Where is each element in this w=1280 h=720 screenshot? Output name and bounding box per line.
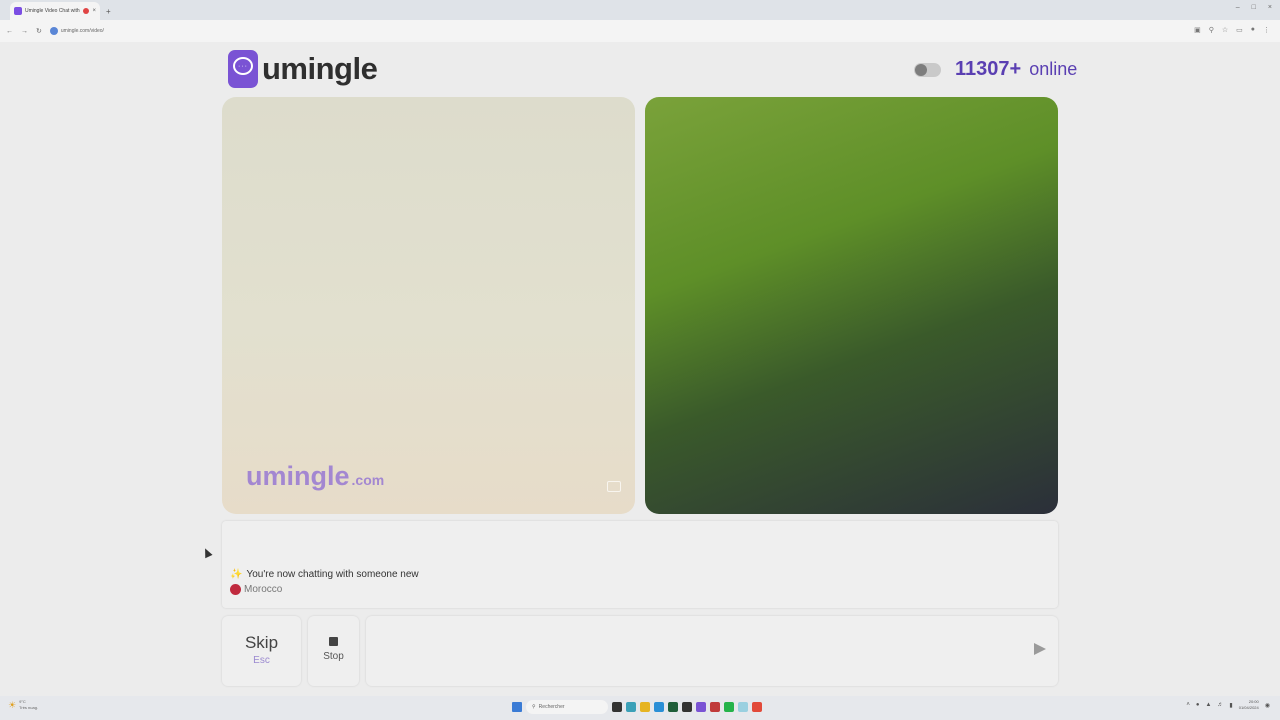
video-watermark: umingle .com <box>246 461 384 492</box>
self-video <box>645 97 1058 514</box>
favicon-icon <box>14 7 22 15</box>
close-window-button[interactable]: × <box>1268 4 1272 11</box>
message-input[interactable] <box>376 636 1016 666</box>
watermark-domain: .com <box>351 472 385 488</box>
app-icon[interactable] <box>626 702 636 712</box>
skip-label: Skip <box>244 633 279 652</box>
taskbar-search-text: Rechercher <box>538 704 565 710</box>
url-text[interactable]: umingle.com/video/ <box>61 28 104 34</box>
stop-icon <box>329 637 338 646</box>
window-controls: – □ × <box>1236 4 1272 11</box>
maximize-button[interactable]: □ <box>1252 4 1256 11</box>
chrome-icon[interactable] <box>752 702 762 712</box>
audio-playing-icon[interactable] <box>83 8 90 14</box>
page: ··· umingle 11307+ online umingle .com ✨… <box>0 42 1280 696</box>
logo[interactable]: ··· umingle <box>228 50 378 88</box>
app-icon[interactable] <box>710 702 720 712</box>
address-bar[interactable]: umingle.com/video/ <box>49 27 110 35</box>
online-counter: 11307+ online <box>955 58 1077 81</box>
translate-icon[interactable]: ▣ <box>1194 26 1201 34</box>
stranger-country: Morocco <box>230 584 282 595</box>
bookmark-star-icon[interactable]: ☆ <box>1222 26 1228 34</box>
volume-icon[interactable]: ♬ <box>1217 702 1223 708</box>
start-icon[interactable] <box>512 702 522 712</box>
skip-shortcut: Esc <box>253 655 270 666</box>
watermark-text: umingle <box>246 461 350 491</box>
taskbar-apps: ⚲ Rechercher <box>512 700 762 714</box>
forward-icon[interactable]: → <box>21 28 28 35</box>
browser-tab[interactable]: Umingle Video Chat with × <box>10 2 100 20</box>
online-label: online <box>1029 59 1078 79</box>
sparkle-icon: ✨ <box>230 569 243 580</box>
edge-icon[interactable] <box>654 702 664 712</box>
back-icon[interactable]: ← <box>6 28 13 35</box>
task-view-icon[interactable] <box>612 702 622 712</box>
weather-widget[interactable]: ☀ 9°C Très nuag. <box>8 699 38 711</box>
reload-icon[interactable]: ↻ <box>36 27 42 35</box>
notification-icon[interactable]: ◉ <box>1265 702 1270 709</box>
tray-app-icon[interactable]: ● <box>1196 702 1200 708</box>
toggle-knob <box>915 64 927 76</box>
zoom-icon[interactable]: ⚲ <box>1209 26 1214 34</box>
theme-toggle[interactable] <box>914 63 941 77</box>
message-box[interactable] <box>366 616 1058 686</box>
taskbar-search[interactable]: ⚲ Rechercher <box>526 700 608 714</box>
site-info-icon[interactable] <box>49 27 58 35</box>
report-icon[interactable] <box>607 481 621 492</box>
country-name: Morocco <box>244 584 283 595</box>
flag-icon <box>230 584 241 595</box>
system-tray: ˄ ● ▲ ♬ ▮ 20:00 01/04/2024 ◉ <box>1186 699 1270 711</box>
app-icon[interactable] <box>696 702 706 712</box>
skip-button[interactable]: Skip Esc <box>222 616 301 686</box>
tab-title: Umingle Video Chat with <box>25 8 80 14</box>
tab-close-button[interactable]: × <box>92 8 96 14</box>
weather-text: 9°C Très nuag. <box>19 699 38 711</box>
extensions-icon[interactable]: ▭ <box>1236 26 1243 34</box>
minimize-button[interactable]: – <box>1236 4 1240 11</box>
app-icon[interactable] <box>668 702 678 712</box>
system-message: ✨ You're now chatting with someone new <box>230 569 419 580</box>
weather-icon: ☀ <box>8 699 17 710</box>
search-icon: ⚲ <box>532 704 536 710</box>
weather-desc: Très nuag. <box>19 705 39 710</box>
chat-bubble-icon: ··· <box>228 50 258 88</box>
send-icon[interactable] <box>1034 643 1046 655</box>
chat-log: ✨ You're now chatting with someone new M… <box>222 521 1058 608</box>
new-tab-button[interactable]: + <box>106 7 111 16</box>
chevron-up-icon[interactable]: ˄ <box>1186 702 1190 708</box>
profile-icon[interactable]: ● <box>1251 26 1255 34</box>
clock[interactable]: 20:00 01/04/2024 <box>1239 699 1259 711</box>
logo-text: umingle <box>262 51 378 86</box>
whatsapp-icon[interactable] <box>724 702 734 712</box>
mouse-cursor <box>201 546 213 559</box>
online-count: 11307+ <box>955 58 1022 80</box>
file-explorer-icon[interactable] <box>640 702 650 712</box>
taskbar: ☀ 9°C Très nuag. ⚲ Rechercher ˄ ● ▲ ♬ ▮ … <box>0 696 1280 720</box>
stranger-video[interactable]: umingle .com <box>222 97 635 514</box>
browser-tab-bar: Umingle Video Chat with × + – □ × <box>0 0 1280 20</box>
toolbar-actions: ▣ ⚲ ☆ ▭ ● ⋮ <box>1194 26 1270 34</box>
battery-icon[interactable]: ▮ <box>1229 702 1232 709</box>
clock-date: 01/04/2024 <box>1238 705 1259 710</box>
stop-label: Stop <box>323 651 344 662</box>
stop-button[interactable]: Stop <box>308 616 359 686</box>
browser-toolbar: ← → ↻ umingle.com/video/ ▣ ⚲ ☆ ▭ ● ⋮ <box>0 20 1280 42</box>
app-icon[interactable] <box>738 702 748 712</box>
network-icon[interactable]: ▲ <box>1205 702 1211 708</box>
logo-bubble: ··· <box>233 57 253 75</box>
app-icon[interactable] <box>682 702 692 712</box>
system-message-text: You're now chatting with someone new <box>246 569 419 580</box>
menu-icon[interactable]: ⋮ <box>1263 26 1270 34</box>
